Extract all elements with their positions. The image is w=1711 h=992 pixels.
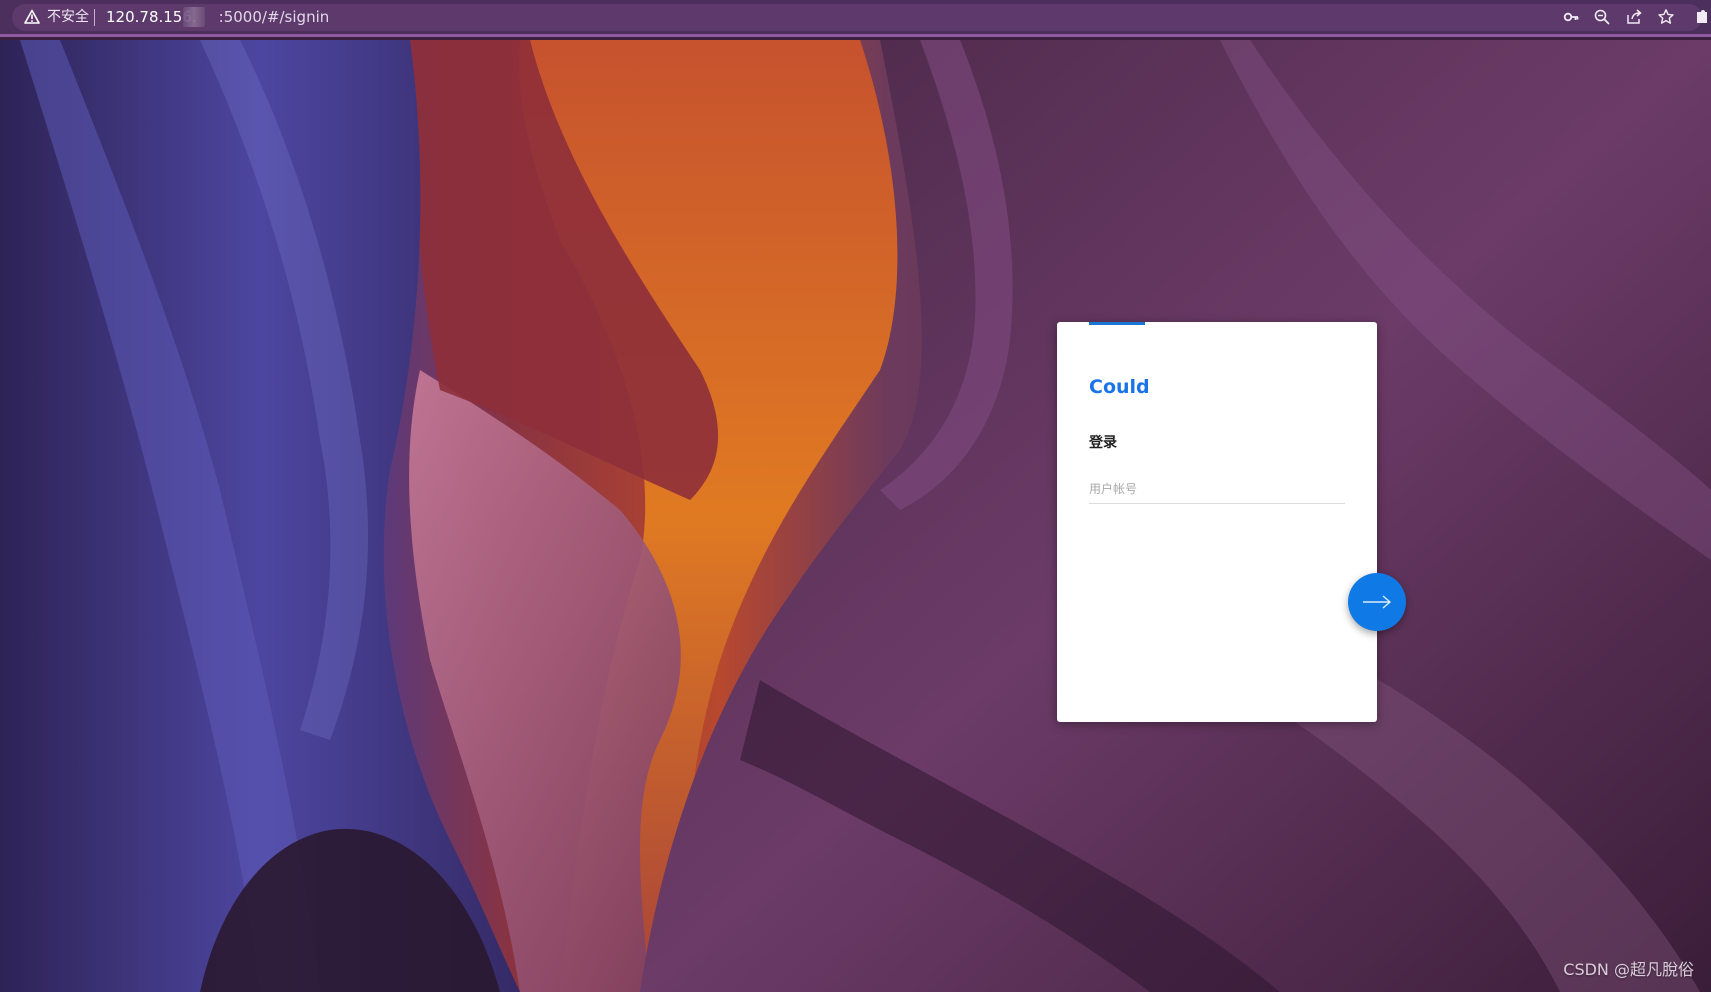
signin-heading: 登录 <box>1089 435 1117 451</box>
next-button[interactable] <box>1348 573 1406 631</box>
key-icon[interactable] <box>1562 8 1580 26</box>
url-path: :5000/#/signin <box>218 8 330 26</box>
login-card: Could 登录 <box>1057 322 1377 722</box>
share-icon[interactable] <box>1625 8 1643 26</box>
security-status-label[interactable]: 不安全 <box>47 8 89 26</box>
address-divider <box>94 9 95 26</box>
background-canyon-image <box>0 40 1711 992</box>
brand-title: Could <box>1089 376 1150 398</box>
url-redaction <box>183 7 205 27</box>
warning-icon[interactable] <box>24 9 40 25</box>
zoom-icon[interactable] <box>1593 8 1611 26</box>
username-input[interactable] <box>1089 474 1345 504</box>
browser-toolbar: 不安全 120.78.156.:5000/#/signin <box>0 0 1711 37</box>
arrow-right-icon <box>1363 595 1392 609</box>
watermark: CSDN @超凡脫俗 <box>1563 960 1694 979</box>
url-text[interactable]: 120.78.156.:5000/#/signin <box>106 8 329 26</box>
bookmark-star-icon[interactable] <box>1657 8 1675 26</box>
extensions-icon[interactable] <box>1693 8 1707 26</box>
card-accent-bar <box>1089 322 1145 325</box>
